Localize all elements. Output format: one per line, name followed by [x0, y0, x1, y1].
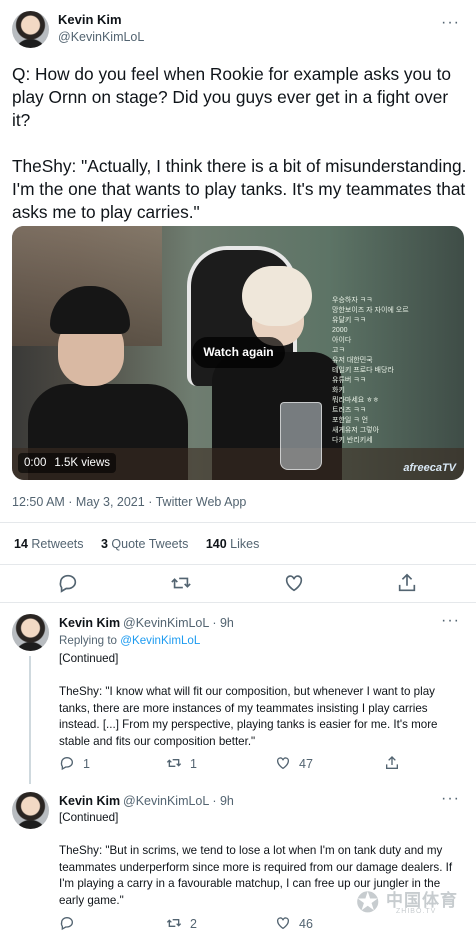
avatar[interactable] — [12, 11, 49, 48]
chat-line: 테일키 프로다 배당라 — [332, 367, 394, 374]
avatar[interactable] — [12, 792, 49, 829]
like-count: 46 — [299, 917, 313, 931]
stream-chat-overlay: 우승하자 ㅋㅋ 망한보이즈 자 자이에 오르유달키 ㅋㅋ 2000 아이다고ㅋ 유저 대… — [332, 296, 460, 474]
reply-icon[interactable] — [57, 572, 79, 594]
author-handle[interactable]: @KevinKimLoL · 9h — [123, 616, 234, 630]
chat-line: 아이다 — [332, 337, 352, 344]
chat-line: 2000 — [332, 327, 348, 334]
chat-line: 우승하자 ㅋㅋ — [332, 297, 373, 304]
heart-icon — [277, 757, 289, 770]
tweet-text: Q: How do you feel when Rookie for examp… — [12, 64, 467, 222]
more-icon[interactable]: ··· — [441, 790, 460, 808]
tweet-timestamp[interactable]: 12:50 AM · May 3, 2021 · Twitter Web App — [12, 495, 246, 509]
likes-stat[interactable]: 140 Likes — [206, 537, 260, 551]
avatar[interactable] — [12, 614, 49, 651]
heart-icon[interactable] — [283, 572, 305, 594]
retweet-icon — [166, 759, 182, 767]
retweet-action[interactable]: 2 — [166, 915, 197, 935]
like-action[interactable]: 47 — [275, 755, 313, 775]
chat-line: 유튜버 ㅋㅋ — [332, 377, 367, 384]
reply-text: [Continued] TheShy: "I know what will fi… — [59, 652, 438, 748]
chat-line: 트러즈 ㅋㅋ — [332, 407, 367, 414]
reply-action[interactable] — [59, 915, 75, 935]
reply-action[interactable]: 1 — [59, 755, 90, 775]
author-handle[interactable]: @KevinKimLoL · 9h — [123, 794, 234, 808]
like-action[interactable]: 46 — [275, 915, 313, 935]
engagement-stats: 14 Retweets 3 Quote Tweets 140 Likes — [14, 537, 273, 551]
retweets-stat[interactable]: 14 Retweets — [14, 537, 84, 551]
retweet-count: 2 — [190, 917, 197, 931]
reply-icon — [60, 917, 73, 931]
watermark-subtext: ZHIBO.TV — [396, 908, 437, 915]
chat-line: 포한일 ㅋ 언 — [332, 417, 369, 424]
star-icon: ✪ — [356, 887, 380, 918]
chat-line: 망한보이즈 자 자이에 오르 — [332, 307, 409, 314]
chat-line: 유달키 ㅋㅋ — [332, 317, 367, 324]
chat-line: 유저 대한민국 — [332, 357, 373, 364]
chat-line: 다키 반리키세 — [332, 437, 373, 444]
divider — [0, 522, 476, 523]
reply-icon — [60, 757, 73, 771]
author-name[interactable]: Kevin Kim — [58, 12, 122, 27]
video-cup — [280, 402, 322, 470]
chat-line: 뭐라마세요 ㅎㅎ — [332, 397, 380, 404]
retweet-action[interactable]: 1 — [166, 755, 197, 775]
quote-tweets-stat[interactable]: 3 Quote Tweets — [101, 537, 188, 551]
chat-line: 고ㅋ — [332, 347, 345, 354]
reply-count: 1 — [83, 757, 90, 771]
replying-to-link[interactable]: @KevinKimLoL — [120, 634, 200, 647]
retweet-icon — [166, 919, 182, 927]
replying-to: Replying to @KevinKimLoL — [59, 634, 201, 647]
author-handle[interactable]: @KevinKimLoL — [58, 30, 144, 44]
chat-line: 새게유저 그렇아 — [332, 427, 380, 434]
retweet-count: 1 — [190, 757, 197, 771]
divider — [0, 602, 476, 603]
watch-again-button[interactable]: Watch again — [192, 337, 285, 368]
video-time: 0:00 — [24, 457, 47, 469]
video-player[interactable]: 우승하자 ㅋㅋ 망한보이즈 자 자이에 오르유달키 ㅋㅋ 2000 아이다고ㅋ 유저 대… — [12, 226, 464, 480]
main-tweet: Kevin Kim @KevinKimLoL ··· Q: How do you… — [0, 0, 476, 603]
streamer-logo: afreecaTV — [403, 462, 456, 474]
watermark: ✪ 中国体育 ZHIBO.TV — [356, 884, 466, 918]
heart-icon — [277, 917, 289, 930]
video-views: 1.5K views — [54, 457, 110, 469]
video-stats: 0:00 1.5K views — [18, 453, 116, 473]
chat-line: 화키 — [332, 387, 345, 394]
divider — [0, 564, 476, 565]
share-action[interactable] — [384, 755, 400, 775]
more-icon[interactable]: ··· — [441, 14, 460, 32]
more-icon[interactable]: ··· — [441, 612, 460, 630]
tweet-actions — [0, 572, 476, 602]
retweet-icon[interactable] — [170, 572, 192, 594]
author-name[interactable]: Kevin Kim — [59, 616, 120, 630]
reply-tweet[interactable]: Kevin Kim @KevinKimLoL · 9h ··· Replying… — [0, 610, 476, 785]
share-icon[interactable] — [396, 572, 418, 594]
share-icon — [386, 756, 398, 769]
like-count: 47 — [299, 757, 313, 771]
thread-line — [29, 656, 31, 784]
author-name[interactable]: Kevin Kim — [59, 794, 120, 808]
